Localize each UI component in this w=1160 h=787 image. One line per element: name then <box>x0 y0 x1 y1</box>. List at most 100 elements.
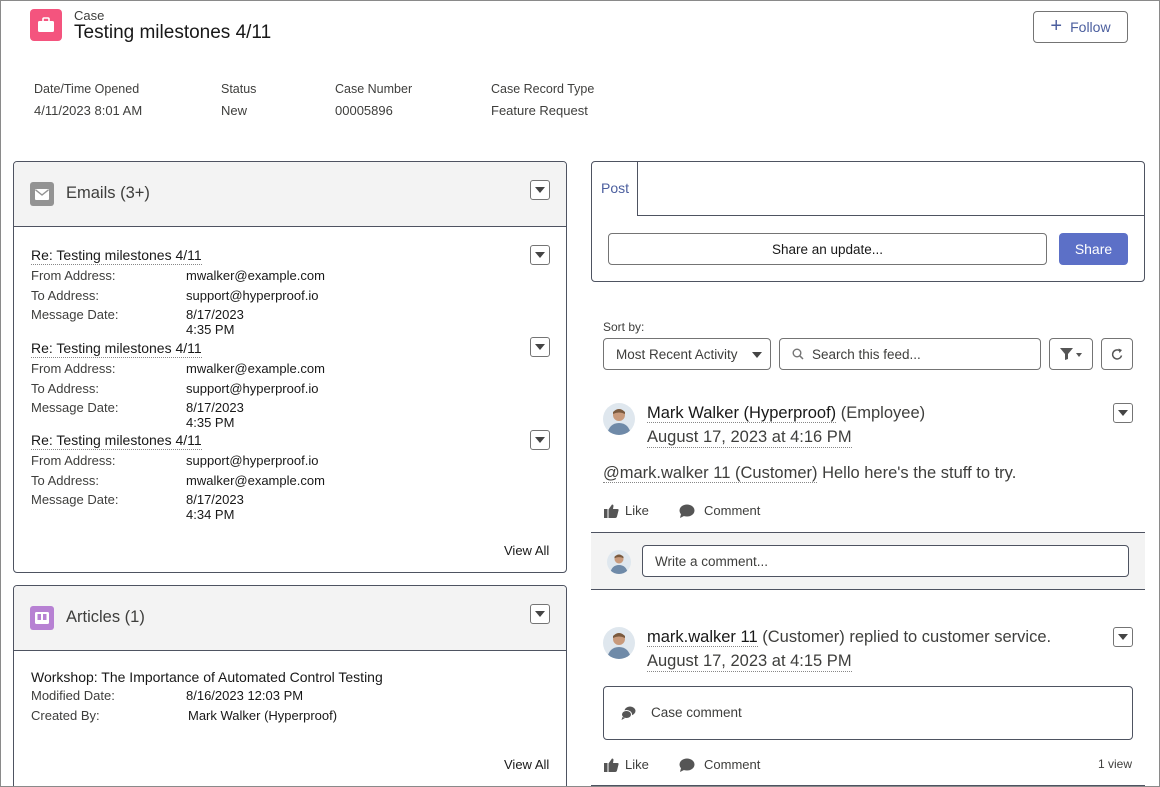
search-icon <box>792 348 804 360</box>
thumbs-up-icon <box>604 758 619 772</box>
publisher-card: Post Share an update... Share <box>591 161 1145 282</box>
case-comment-label: Case comment <box>651 705 742 720</box>
like-label: Like <box>625 757 649 772</box>
highlight-record-type: Case Record Type Feature Request <box>491 82 594 118</box>
email-to-row: To Address: support@hyperproof.io <box>31 287 319 303</box>
email-date-row: Message Date: 8/17/2023 4:35 PM <box>31 307 244 337</box>
post-author-line: Mark Walker (Hyperproof) (Employee) <box>647 404 925 423</box>
follow-button-label: Follow <box>1070 19 1111 35</box>
comment-bubble-icon <box>679 758 695 772</box>
articles-card-title: Articles (1) <box>66 608 145 626</box>
post-author-link[interactable]: mark.walker 11 <box>647 628 758 647</box>
like-label: Like <box>625 503 649 518</box>
emails-card: Emails (3+) Re: Testing milestones 4/11 … <box>13 161 567 573</box>
post-menu-button[interactable] <box>1113 403 1133 423</box>
post-timestamp-link[interactable]: August 17, 2023 at 4:16 PM <box>647 428 852 448</box>
mention-link[interactable]: @mark.walker 11 (Customer) <box>603 464 818 483</box>
email-item: Re: Testing milestones 4/11 From Address… <box>31 432 325 522</box>
email-date-row: Message Date: 8/17/2023 4:34 PM <box>31 492 244 522</box>
case-briefcase-icon <box>30 9 62 41</box>
email-item-menu-button[interactable] <box>530 245 550 265</box>
highlight-date-opened: Date/Time Opened 4/11/2023 8:01 AM <box>34 82 142 118</box>
share-update-input[interactable]: Share an update... <box>608 233 1047 265</box>
field-value: 00005896 <box>335 103 393 118</box>
comment-button[interactable]: Comment <box>679 503 760 518</box>
email-date-row: Message Date: 8/17/2023 4:35 PM <box>31 400 244 430</box>
knowledge-book-icon <box>30 606 54 630</box>
email-to-row: To Address: mwalker@example.com <box>31 472 325 488</box>
article-modified-row: Modified Date: 8/16/2023 12:03 PM <box>31 688 304 703</box>
comment-label: Comment <box>704 757 761 772</box>
refresh-icon <box>1111 348 1124 361</box>
sort-select-value: Most Recent Activity <box>616 346 738 362</box>
field-label: Case Record Type <box>491 82 595 96</box>
articles-view-all-link[interactable]: View All <box>504 757 549 772</box>
case-comment-icon <box>621 706 636 720</box>
articles-card-menu-button[interactable] <box>530 604 550 624</box>
sort-by-label: Sort by: <box>603 320 645 334</box>
tab-divider <box>638 215 1144 216</box>
articles-card-header: Articles (1) <box>14 586 566 651</box>
like-button[interactable]: Like <box>604 757 649 772</box>
emails-card-title: Emails (3+) <box>66 184 150 202</box>
emails-card-menu-button[interactable] <box>530 180 550 200</box>
feed-filter-button[interactable] <box>1049 338 1093 370</box>
articles-card: Articles (1) Workshop: The Importance of… <box>13 585 567 786</box>
avatar[interactable] <box>603 627 635 659</box>
post-author-suffix: (Customer) replied to customer service. <box>757 628 1052 646</box>
filter-icon <box>1060 348 1073 360</box>
email-item-menu-button[interactable] <box>530 430 550 450</box>
comment-composer: Write a comment... <box>591 532 1145 590</box>
emails-view-all-link[interactable]: View All <box>504 543 549 558</box>
article-created-row: Created By: Mark Walker (Hyperproof) <box>31 707 338 723</box>
page-title: Testing milestones 4/11 <box>74 22 272 43</box>
email-subject-link[interactable]: Re: Testing milestones 4/11 <box>31 432 202 450</box>
email-from-row: From Address: support@hyperproof.io <box>31 453 319 468</box>
email-item: Re: Testing milestones 4/11 From Address… <box>31 340 325 430</box>
tab-post[interactable]: Post <box>592 162 638 216</box>
field-value: 4/11/2023 8:01 AM <box>34 103 143 118</box>
feed-search-placeholder: Search this feed... <box>812 346 921 362</box>
like-button[interactable]: Like <box>604 503 649 518</box>
email-from-row: From Address: mwalker@example.com <box>31 268 325 283</box>
case-comment-box: Case comment <box>603 686 1133 740</box>
share-button[interactable]: Share <box>1059 233 1128 265</box>
plus-icon: + <box>1050 15 1063 37</box>
post-body: @mark.walker 11 (Customer) Hello here's … <box>603 464 1016 483</box>
highlight-case-number: Case Number 00005896 <box>335 82 412 118</box>
avatar[interactable] <box>603 403 635 435</box>
case-record-page: Case Testing milestones 4/11 + Follow Da… <box>0 0 1160 787</box>
article-title-link[interactable]: Workshop: The Importance of Automated Co… <box>31 669 383 686</box>
comment-bubble-icon <box>679 504 695 518</box>
field-value: Feature Request <box>491 103 588 118</box>
write-comment-input[interactable]: Write a comment... <box>642 545 1129 577</box>
email-subject-link[interactable]: Re: Testing milestones 4/11 <box>31 247 202 265</box>
view-count: 1 view <box>1098 757 1133 771</box>
field-value: New <box>221 103 248 118</box>
post-author-link[interactable]: Mark Walker (Hyperproof) <box>647 404 837 423</box>
email-item-menu-button[interactable] <box>530 337 550 357</box>
follow-button[interactable]: + Follow <box>1033 11 1128 43</box>
post-author-suffix: (Employee) <box>836 404 926 422</box>
field-label: Status <box>221 82 257 96</box>
post-timestamp-link[interactable]: August 17, 2023 at 4:15 PM <box>647 652 852 672</box>
comment-label: Comment <box>704 503 761 518</box>
post-menu-button[interactable] <box>1113 627 1133 647</box>
comment-button[interactable]: Comment <box>679 757 760 772</box>
email-to-row: To Address: support@hyperproof.io <box>31 380 319 396</box>
avatar <box>607 550 631 574</box>
email-subject-link[interactable]: Re: Testing milestones 4/11 <box>31 340 202 358</box>
thumbs-up-icon <box>604 504 619 518</box>
feed-search-input[interactable]: Search this feed... <box>779 338 1041 370</box>
sort-select[interactable]: Most Recent Activity <box>603 338 771 370</box>
article-item: Workshop: The Importance of Automated Co… <box>31 669 383 725</box>
object-type-label: Case <box>74 8 105 23</box>
field-label: Case Number <box>335 82 413 96</box>
email-icon <box>30 182 54 206</box>
post-text: Hello here's the stuff to try. <box>817 464 1017 482</box>
feed-refresh-button[interactable] <box>1101 338 1133 370</box>
field-label: Date/Time Opened <box>34 82 140 96</box>
email-from-row: From Address: mwalker@example.com <box>31 361 325 376</box>
emails-card-header: Emails (3+) <box>14 162 566 227</box>
post-author-line: mark.walker 11 (Customer) replied to cus… <box>647 628 1051 647</box>
